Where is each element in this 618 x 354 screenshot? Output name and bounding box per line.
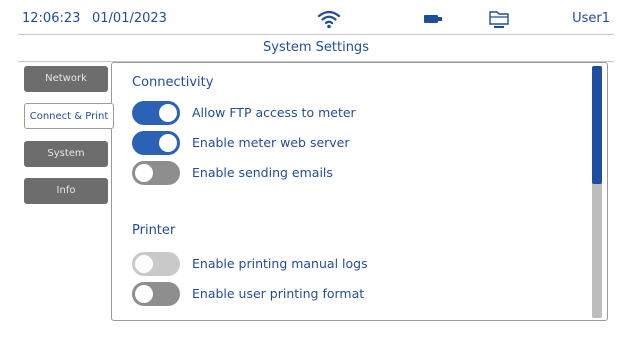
tab-label: Network	[45, 73, 87, 84]
manual-logs-label: Enable printing manual logs	[192, 256, 368, 271]
user-print-format-setting[interactable]: Enable user printing format	[132, 282, 552, 308]
connectivity-section-title: Connectivity	[132, 75, 214, 90]
wifi-icon	[317, 10, 341, 29]
tab-info[interactable]: Info	[24, 178, 108, 204]
toggle-knob	[135, 255, 153, 273]
scrollbar[interactable]	[592, 66, 602, 318]
manual-logs-toggle[interactable]	[132, 252, 180, 276]
settings-screen: 12:06:23 01/01/2023 User1 System Setting…	[0, 0, 618, 354]
user-print-format-toggle[interactable]	[132, 282, 180, 306]
manual-logs-setting[interactable]: Enable printing manual logs	[132, 252, 552, 278]
settings-panel: Connectivity Allow FTP access to meter E…	[111, 62, 608, 321]
tab-label: System	[47, 148, 85, 159]
toggle-knob	[135, 164, 153, 182]
tab-label: Info	[56, 185, 76, 196]
send-emails-toggle[interactable]	[132, 161, 180, 185]
status-time: 12:06:23	[22, 11, 81, 26]
tab-network[interactable]: Network	[24, 66, 108, 92]
tab-connect-print[interactable]: Connect & Print	[24, 103, 114, 129]
ftp-access-toggle[interactable]	[132, 101, 180, 125]
toggle-knob	[135, 285, 153, 303]
page-title: System Settings	[18, 34, 614, 62]
status-bar: 12:06:23 01/01/2023 User1	[18, 6, 614, 30]
send-emails-label: Enable sending emails	[192, 165, 333, 180]
ftp-access-label: Allow FTP access to meter	[192, 105, 356, 120]
web-server-setting[interactable]: Enable meter web server	[132, 131, 552, 157]
toggle-knob	[159, 134, 177, 152]
scrollbar-thumb[interactable]	[592, 66, 602, 184]
status-user[interactable]: User1	[572, 11, 610, 26]
printer-section-title: Printer	[132, 223, 176, 238]
status-date: 01/01/2023	[92, 11, 167, 26]
send-emails-setting[interactable]: Enable sending emails	[132, 161, 552, 187]
page-title-text: System Settings	[263, 40, 369, 55]
user-print-format-label: Enable user printing format	[192, 286, 365, 301]
toggle-knob	[159, 104, 177, 122]
web-server-label: Enable meter web server	[192, 135, 350, 150]
storage-icon	[489, 11, 509, 28]
web-server-toggle[interactable]	[132, 131, 180, 155]
tab-label: Connect & Print	[29, 111, 109, 122]
ftp-access-setting[interactable]: Allow FTP access to meter	[132, 101, 552, 127]
tab-system[interactable]: System	[24, 141, 108, 167]
battery-icon	[424, 15, 442, 23]
